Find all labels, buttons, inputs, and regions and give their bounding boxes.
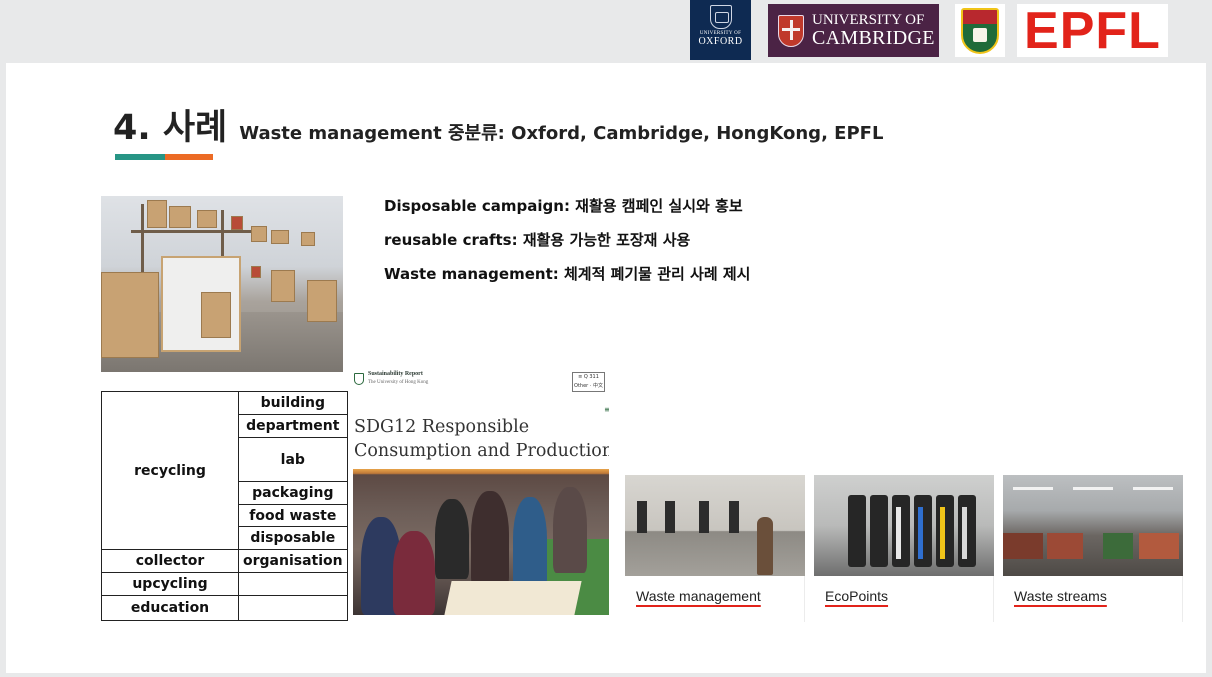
sub-department: department bbox=[238, 414, 348, 438]
underline-orange bbox=[165, 154, 213, 160]
bullet-reusable-crafts: reusable crafts: 재활용 가능한 포장재 사용 bbox=[384, 231, 691, 249]
card-waste-streams[interactable]: Waste streams bbox=[1003, 475, 1183, 622]
sub-building: building bbox=[238, 391, 348, 415]
slide: 4. 사례 Waste management 중분류: Oxford, Camb… bbox=[6, 63, 1206, 673]
category-recycling: recycling bbox=[101, 391, 239, 550]
cambridge-shield-icon bbox=[778, 14, 804, 47]
report-header: Sustainability Report The University of … bbox=[353, 369, 609, 393]
sub-packaging: packaging bbox=[238, 481, 348, 505]
sub-lab: lab bbox=[238, 437, 348, 482]
menu-icon[interactable]: ≡ bbox=[604, 405, 609, 414]
underline-teal bbox=[115, 154, 165, 160]
sub-food-waste: food waste bbox=[238, 504, 348, 527]
hku-shield-icon bbox=[961, 7, 999, 54]
sdg-title-line1: SDG12 Responsible bbox=[354, 417, 530, 437]
category-upcycling: upcycling bbox=[101, 572, 239, 596]
slide-title: 4. 사례 bbox=[113, 108, 228, 148]
report-header-subtitle: The University of Hong Kong bbox=[368, 380, 429, 385]
sdg-title-line2: Consumption and Production bbox=[354, 441, 609, 461]
sub-empty bbox=[238, 572, 348, 596]
bullet-waste-management: Waste management: 체계적 폐기물 관리 사례 제시 bbox=[384, 265, 751, 283]
slide-subtitle: Waste management 중분류: Oxford, Cambridge,… bbox=[239, 123, 884, 144]
category-collector: collector bbox=[101, 549, 239, 573]
table-row: collector organisation bbox=[101, 549, 348, 573]
oxford-logo-line2: OXFORD bbox=[698, 36, 743, 47]
card-ecopoints[interactable]: EcoPoints bbox=[814, 475, 994, 622]
bullet-disposable-campaign: Disposable campaign: 재활용 캠페인 실시와 홍보 bbox=[384, 197, 743, 215]
waste-category-table: recycling building department lab packag… bbox=[101, 391, 348, 621]
table-row: education bbox=[101, 595, 348, 621]
waste-management-photo bbox=[625, 475, 805, 576]
card-label[interactable]: Waste management bbox=[636, 588, 761, 604]
oxford-logo: UNIVERSITY OF OXFORD bbox=[690, 0, 751, 60]
waste-streams-photo bbox=[1003, 475, 1183, 576]
report-header-controls[interactable]: ≡ Q 311 Other · 中文 bbox=[572, 372, 605, 392]
card-label[interactable]: Waste streams bbox=[1014, 588, 1107, 604]
epfl-logo: EPFL bbox=[1017, 4, 1168, 57]
hku-crest-icon bbox=[354, 373, 364, 385]
cambridge-logo-line1: UNIVERSITY OF bbox=[812, 12, 925, 28]
cambridge-logo-line2: CAMBRIDGE bbox=[812, 27, 935, 49]
sub-empty bbox=[238, 595, 348, 621]
card-waste-management[interactable]: Waste management bbox=[625, 475, 805, 622]
table-row: recycling building bbox=[101, 391, 348, 550]
oxford-crest-icon bbox=[709, 5, 732, 29]
title-underline bbox=[115, 154, 213, 160]
report-search-text: ≡ Q 311 bbox=[578, 374, 599, 380]
table-row: upcycling bbox=[101, 572, 348, 596]
card-label[interactable]: EcoPoints bbox=[825, 588, 888, 604]
market-photo bbox=[353, 469, 609, 615]
hku-logo bbox=[955, 4, 1005, 57]
report-header-title: Sustainability Report bbox=[368, 371, 423, 377]
category-education: education bbox=[101, 595, 239, 621]
slide-title-row: 4. 사례 Waste management 중분류: Oxford, Camb… bbox=[113, 99, 883, 150]
cambridge-logo: UNIVERSITY OF CAMBRIDGE bbox=[768, 4, 939, 57]
warehouse-photo bbox=[101, 196, 343, 372]
ecopoints-photo bbox=[814, 475, 994, 576]
sdg-title: SDG12 Responsible Consumption and Produc… bbox=[354, 415, 609, 463]
sdg-report-screenshot: Sustainability Report The University of … bbox=[353, 365, 609, 615]
sub-disposable: disposable bbox=[238, 526, 348, 550]
report-lang-text: Other · 中文 bbox=[574, 383, 603, 389]
sub-organisation: organisation bbox=[238, 549, 348, 573]
bullet-list: Disposable campaign: 재활용 캠페인 실시와 홍보 reus… bbox=[384, 195, 750, 297]
